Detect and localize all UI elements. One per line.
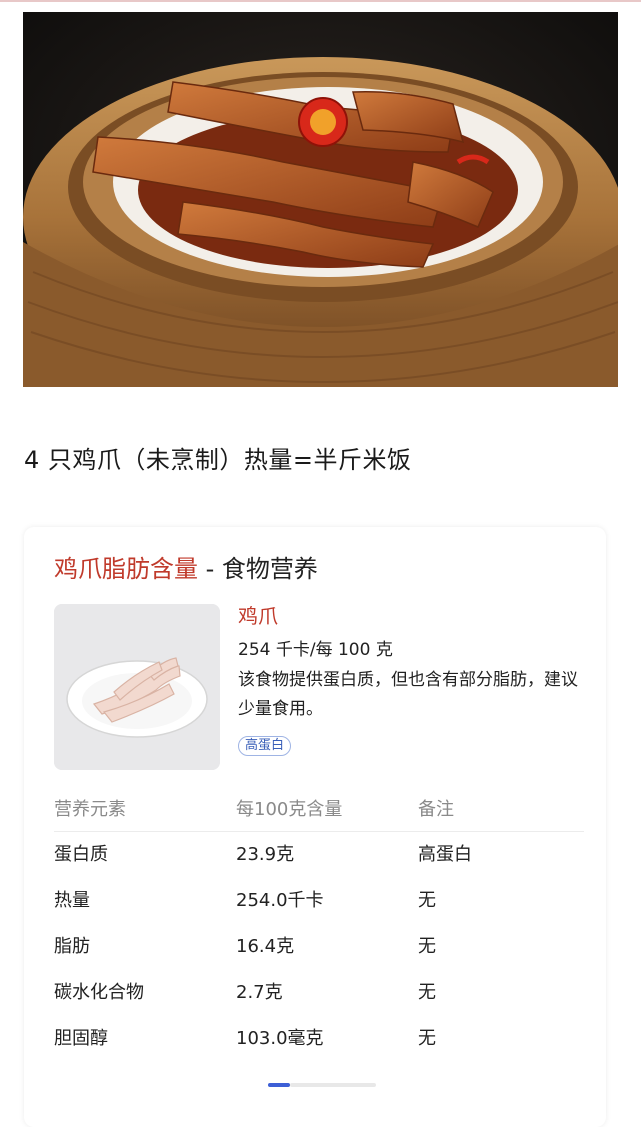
table-header: 营养元素 每100克含量 备注 bbox=[54, 789, 584, 832]
nutrient-cell: 碳水化合物 bbox=[54, 982, 144, 1003]
amount-cell: 16.4克 bbox=[236, 936, 295, 957]
high-protein-tag[interactable]: 高蛋白 bbox=[238, 736, 292, 756]
food-name[interactable]: 鸡爪 bbox=[238, 602, 578, 630]
chicken-feet-thumbnail[interactable] bbox=[54, 604, 220, 770]
nutrition-table: 营养元素 每100克含量 备注 蛋白质 23.9克 高蛋白 热量 254.0千卡… bbox=[54, 789, 584, 1062]
raw-chicken-feet-image bbox=[54, 604, 220, 770]
chicken-feet-photo bbox=[23, 12, 618, 387]
card-title[interactable]: 鸡爪脂肪含量 - 食物营养 bbox=[54, 549, 318, 584]
steamer-basket-image bbox=[23, 12, 618, 387]
pager-track bbox=[290, 1083, 376, 1087]
note-cell: 无 bbox=[418, 1028, 436, 1049]
header-nutrient: 营养元素 bbox=[54, 799, 126, 820]
amount-cell: 103.0毫克 bbox=[236, 1028, 324, 1049]
table-row: 蛋白质 23.9克 高蛋白 bbox=[54, 832, 584, 878]
card-title-separator: - bbox=[198, 555, 222, 583]
note-cell: 无 bbox=[418, 936, 436, 957]
table-row: 碳水化合物 2.7克 无 bbox=[54, 970, 584, 1016]
food-info: 鸡爪 254 千卡/每 100 克 该食物提供蛋白质，但也含有部分脂肪，建议少量… bbox=[238, 602, 578, 756]
article-headline: 4 只鸡爪（未烹制）热量=半斤米饭 bbox=[24, 446, 412, 474]
card-title-link[interactable]: 鸡爪脂肪含量 bbox=[54, 555, 198, 583]
carousel-pager[interactable] bbox=[268, 1083, 376, 1087]
note-cell: 无 bbox=[418, 890, 436, 911]
table-row: 热量 254.0千卡 无 bbox=[54, 878, 584, 924]
card-title-source: 食物营养 bbox=[221, 555, 318, 583]
table-row: 脂肪 16.4克 无 bbox=[54, 924, 584, 970]
nutrient-cell: 蛋白质 bbox=[54, 844, 108, 865]
calorie-value: 254 千卡/每 100 克 bbox=[238, 640, 393, 660]
header-amount: 每100克含量 bbox=[236, 799, 343, 820]
food-description: 该食物提供蛋白质，但也含有部分脂肪，建议少量食用。 bbox=[238, 670, 578, 719]
nutrition-card[interactable]: 鸡爪脂肪含量 - 食物营养 鸡爪 254 千卡/每 100 克 该食物提供蛋白质… bbox=[24, 527, 606, 1127]
nutrient-cell: 热量 bbox=[54, 890, 90, 911]
amount-cell: 23.9克 bbox=[236, 844, 295, 865]
header-note: 备注 bbox=[418, 799, 454, 820]
amount-cell: 254.0千卡 bbox=[236, 890, 324, 911]
note-cell: 高蛋白 bbox=[418, 844, 472, 865]
amount-cell: 2.7克 bbox=[236, 982, 283, 1003]
nutrient-cell: 脂肪 bbox=[54, 936, 90, 957]
nutrient-cell: 胆固醇 bbox=[54, 1028, 108, 1049]
top-divider bbox=[0, 0, 641, 2]
table-row: 胆固醇 103.0毫克 无 bbox=[54, 1016, 584, 1062]
note-cell: 无 bbox=[418, 982, 436, 1003]
pager-active-indicator bbox=[268, 1083, 290, 1087]
